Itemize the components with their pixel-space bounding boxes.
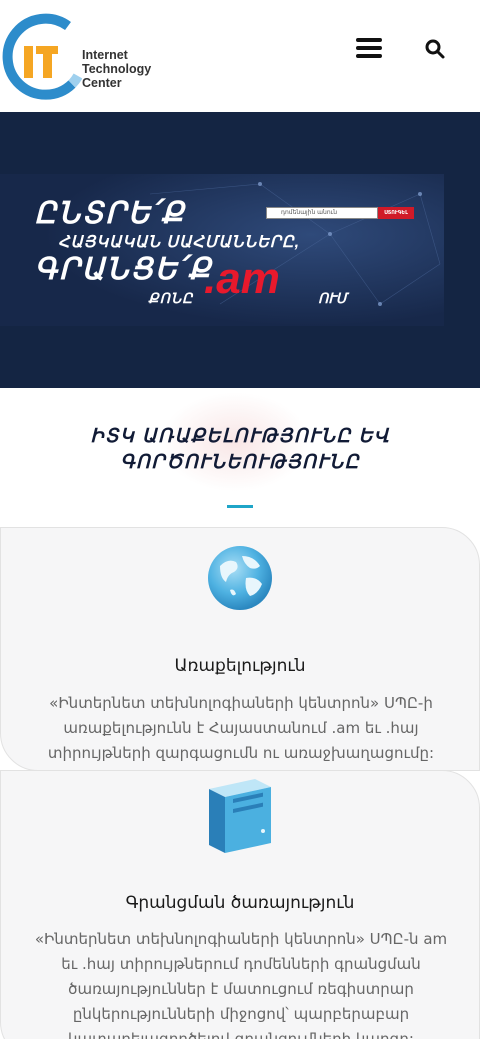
mission-title: Առաքելություն	[174, 656, 306, 676]
section-title-line1: ԻՏԿ ԱՌԱՔԵԼՈՒԹՅՈՒՆԸ ԵՎ	[90, 426, 390, 447]
registration-text-line5: կատարելագործելով գրանցումների կարգը:	[68, 1030, 414, 1039]
mission-text-line1: «Ինտերնետ տեխնոլոգիաների կենտրոն» ՍՊԸ-ի	[49, 694, 433, 712]
mission-text: «Ինտերնետ տեխնոլոգիաների կենտրոն» ՍՊԸ-ի …	[11, 691, 471, 766]
server-icon	[205, 777, 275, 859]
registration-text-line1: «Ինտերնետ տեխնոլոգիաների կենտրոն» ՍՊԸ-ն …	[34, 930, 448, 948]
banner-line2: ՀԱՅԿԱԿԱՆ ՍԱՀՄԱՆՆԵՐԸ,	[58, 234, 301, 251]
hamburger-icon[interactable]	[356, 38, 384, 62]
domain-banner[interactable]: ԸՆՏՐԵ՛Ք դոմենային անուն ՍՏՈՒԳԵԼ ՀԱՅԿԱԿԱՆ…	[0, 174, 444, 326]
banner-line1: ԸՆՏՐԵ՛Ք	[34, 197, 186, 230]
site-header: Internet Technology Center	[0, 0, 480, 112]
banner-domain: .am	[204, 254, 280, 303]
section-title: ԻՏԿ ԱՌԱՔԵԼՈՒԹՅՈՒՆԸ ԵՎ ԳՈՐԾՈՒՆԵՈՒԹՅՈՒՆԸ	[0, 424, 480, 476]
itc-logo[interactable]: Internet Technology Center	[2, 12, 162, 100]
mission-text-line2: առաքելությունն է Հայաստանում .am եւ .հայ	[63, 719, 419, 737]
logo-line1: Internet	[82, 48, 128, 62]
banner-line4: ՔՈՆԸ	[148, 290, 194, 306]
search-icon[interactable]	[424, 38, 446, 60]
mission-card: Առաքելություն «Ինտերնետ տեխնոլոգիաների կ…	[0, 527, 480, 771]
logo-mark-icon	[2, 13, 83, 100]
registration-text-line3: ծառայություններ է մատուցում ռեգիստրար	[68, 980, 414, 998]
banner-search-input[interactable]: դոմենային անուն	[266, 207, 378, 219]
banner-suffix: ՈՒՄ	[318, 290, 347, 306]
section-title-line2: ԳՈՐԾՈՒՆԵՈՒԹՅՈՒՆԸ	[120, 452, 360, 473]
registration-text-line4: ընկերությունների միջոցով՝ պարբերաբար	[72, 1005, 410, 1023]
globe-icon	[206, 544, 274, 616]
registration-title: Գրանցման ծառայություն	[125, 893, 355, 913]
logo-line3: Center	[82, 76, 122, 90]
registration-text: «Ինտերնետ տեխնոլոգիաների կենտրոն» ՍՊԸ-ն …	[11, 927, 471, 1039]
section-divider	[227, 505, 253, 508]
banner-line3: ԳՐԱՆՑԵ՛Ք	[34, 253, 213, 286]
registration-text-line2: եւ .հայ տիրույթներում դոմենների գրանցման	[61, 955, 421, 973]
banner-search-button[interactable]: ՍՏՈՒԳԵԼ	[378, 207, 414, 219]
registration-card: Գրանցման ծառայություն «Ինտերնետ տեխնոլոգ…	[0, 770, 480, 1039]
hero-section: ԸՆՏՐԵ՛Ք դոմենային անուն ՍՏՈՒԳԵԼ ՀԱՅԿԱԿԱՆ…	[0, 112, 480, 388]
mission-text-line3: տիրույթների զարգացումն ու առաջխաղացումը:	[47, 744, 435, 762]
logo-line2: Technology	[82, 62, 152, 76]
logo-text: Internet Technology Center	[82, 48, 151, 90]
